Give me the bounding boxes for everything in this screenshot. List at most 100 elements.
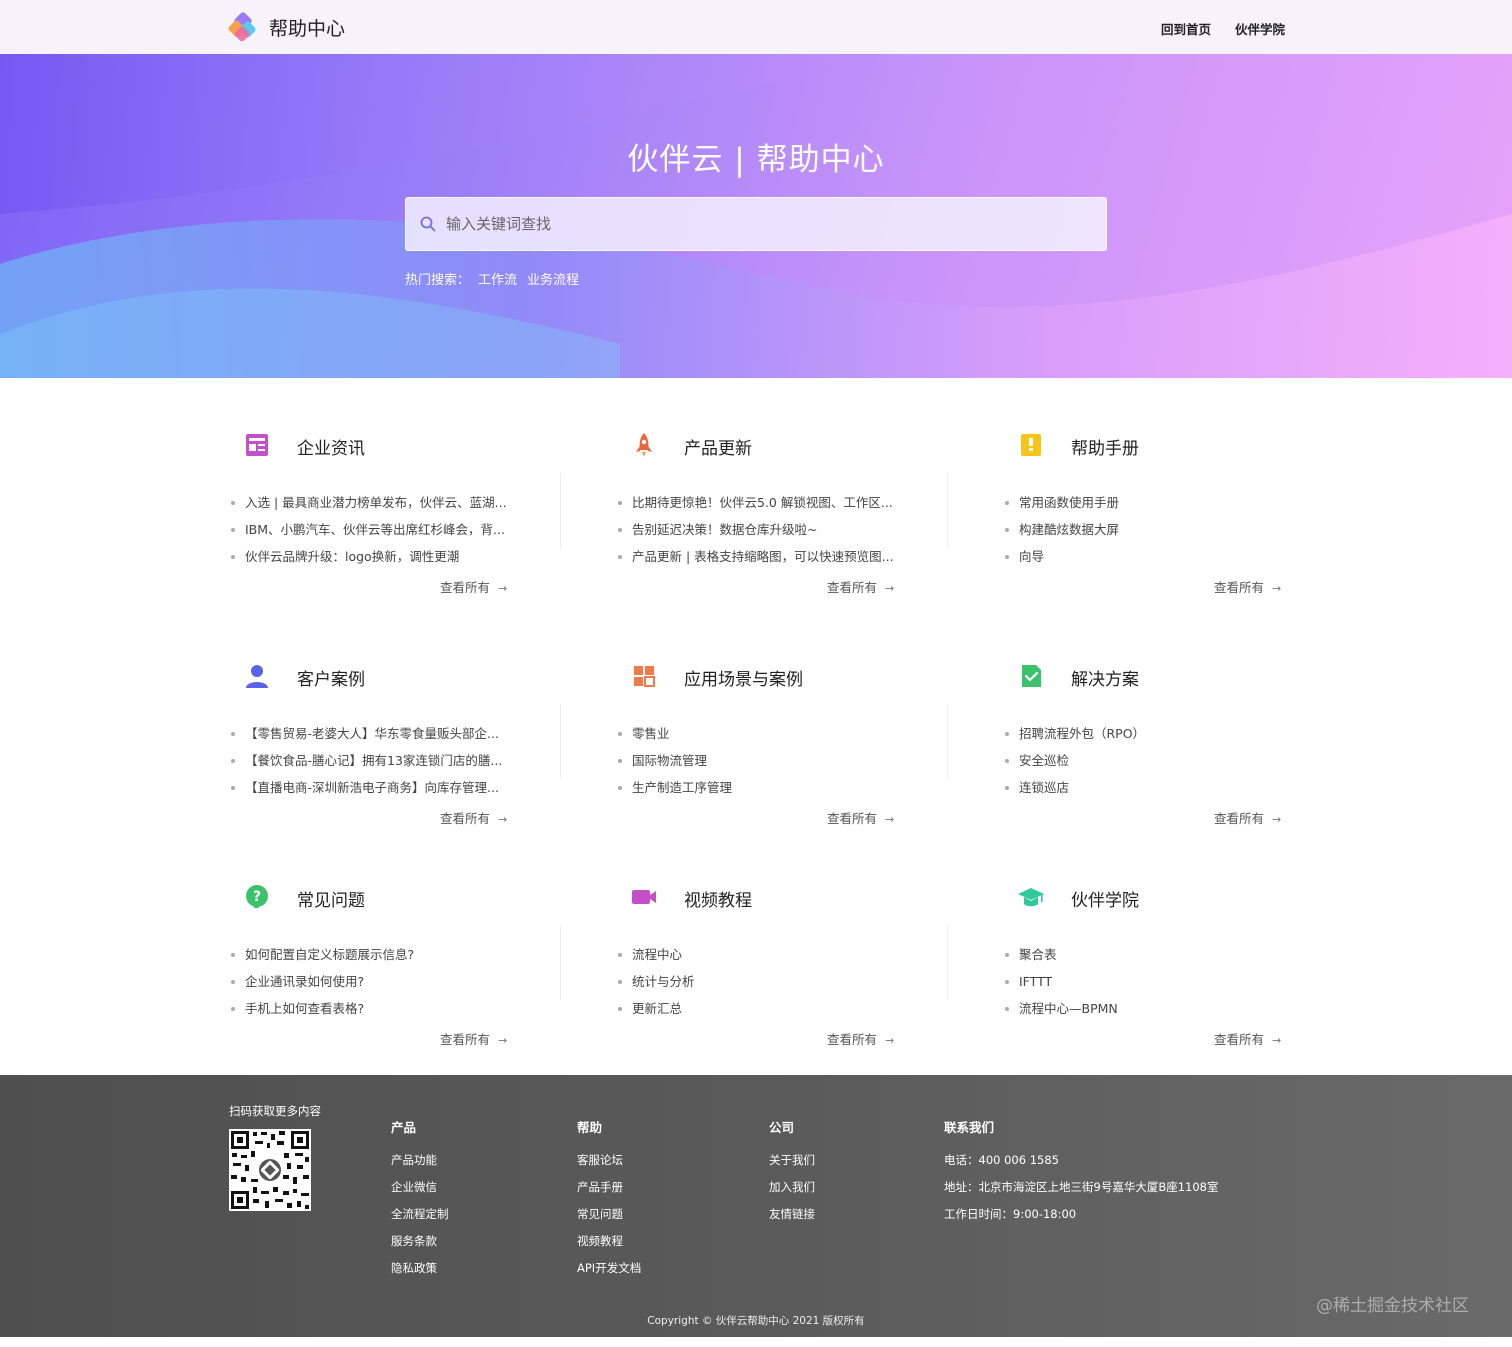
footer: 扫码获取更多内容 产品 产品功能 企业微信 全流程定制 服务条款 隐私政策 帮助… (0, 1075, 1512, 1337)
list-item[interactable]: 比期待更惊艳！伙伴云5.0 解锁视图、工作区... (616, 489, 894, 516)
view-all-label: 查看所有 (827, 580, 878, 595)
list-item[interactable]: 【零售贸易-老婆大人】华东零食量贩头部企... (229, 720, 502, 747)
section-title[interactable]: 企业资讯 (297, 434, 365, 459)
user-icon (246, 665, 268, 688)
footer-link[interactable]: 友情链接 (769, 1206, 815, 1233)
view-all-link[interactable]: 查看所有 → (1214, 577, 1281, 596)
brand-logo-icon[interactable] (228, 12, 258, 42)
list-item[interactable]: 安全巡检 (1003, 747, 1145, 774)
rocket-icon (636, 433, 652, 457)
nav-academy-link[interactable]: 伙伴学院 (1235, 19, 1285, 38)
arrow-right-icon: → (498, 582, 508, 595)
hot-search-term[interactable]: 业务流程 (527, 273, 579, 288)
video-camera-icon (632, 890, 656, 904)
section-card-handbook: 帮助手册 常用函数使用手册 构建酷炫数据大屏 向导 查看所有 → (1003, 431, 1390, 631)
section-card-videos: 视频教程 流程中心 统计与分析 更新汇总 查看所有 → (616, 883, 1003, 1083)
section-title[interactable]: 产品更新 (684, 434, 752, 459)
section-card-scenarios: 应用场景与案例 零售业 国际物流管理 生产制造工序管理 查看所有 → (616, 662, 1003, 862)
list-item[interactable]: 流程中心 (616, 941, 695, 968)
view-all-link[interactable]: 查看所有 → (1214, 808, 1281, 827)
footer-column-title: 帮助 (577, 1120, 603, 1135)
news-icon (246, 434, 268, 456)
hero-title: 伙伴云 | 帮助中心 (627, 142, 885, 178)
footer-link[interactable]: 视频教程 (577, 1233, 641, 1260)
list-item[interactable]: 统计与分析 (616, 968, 695, 995)
list-item[interactable]: 招聘流程外包（RPO） (1003, 720, 1145, 747)
contact-phone: 电话：400 006 1585 (944, 1153, 1059, 1167)
section-card-updates: 产品更新 比期待更惊艳！伙伴云5.0 解锁视图、工作区... 告别延迟决策！数据… (616, 431, 1003, 631)
footer-link[interactable]: 隐私政策 (391, 1260, 449, 1287)
footer-link[interactable]: 关于我们 (769, 1152, 815, 1179)
hero-banner: 伙伴云 | 帮助中心 热门搜索： 工作流业务流程 (0, 54, 1512, 378)
list-item[interactable]: 伙伴云品牌升级：logo换新，调性更潮 (229, 543, 507, 570)
arrow-right-icon: → (1272, 813, 1282, 826)
list-item[interactable]: 【餐饮食品-膳心记】拥有13家连锁门店的膳... (229, 747, 502, 774)
hot-search-term[interactable]: 工作流 (478, 273, 517, 288)
arrow-right-icon: → (885, 813, 895, 826)
nav-home-link[interactable]: 回到首页 (1161, 19, 1211, 38)
footer-link[interactable]: 产品手册 (577, 1179, 641, 1206)
footer-link[interactable]: 产品功能 (391, 1152, 449, 1179)
arrow-right-icon: → (498, 1034, 508, 1047)
view-all-link[interactable]: 查看所有 → (440, 577, 507, 596)
view-all-link[interactable]: 查看所有 → (827, 808, 894, 827)
divider (560, 473, 561, 548)
section-title[interactable]: 视频教程 (684, 886, 752, 911)
list-item[interactable]: 流程中心—BPMN (1003, 995, 1118, 1022)
section-card-faq: ? 常见问题 如何配置自定义标题展示信息? 企业通讯录如何使用? 手机上如何查看… (229, 883, 616, 1083)
search-box[interactable] (405, 197, 1107, 251)
footer-column-title: 公司 (769, 1120, 795, 1135)
search-input[interactable] (446, 198, 1086, 250)
view-all-link[interactable]: 查看所有 → (440, 1029, 507, 1048)
view-all-label: 查看所有 (1214, 811, 1265, 826)
list-item[interactable]: 手机上如何查看表格? (229, 995, 414, 1022)
list-item[interactable]: 常用函数使用手册 (1003, 489, 1119, 516)
footer-column-company: 公司 关于我们 加入我们 友情链接 (769, 1117, 815, 1233)
view-all-label: 查看所有 (440, 811, 491, 826)
section-title[interactable]: 解决方案 (1071, 665, 1139, 690)
contact-address: 地址：北京市海淀区上地三街9号嘉华大厦B座1108室 (944, 1180, 1219, 1194)
section-title[interactable]: 帮助手册 (1071, 434, 1139, 459)
brand-title[interactable]: 帮助中心 (269, 14, 345, 41)
footer-link[interactable]: API开发文档 (577, 1260, 641, 1287)
footer-link[interactable]: 企业微信 (391, 1179, 449, 1206)
view-all-label: 查看所有 (827, 1032, 878, 1047)
section-title[interactable]: 常见问题 (297, 886, 365, 911)
search-icon[interactable] (420, 216, 436, 232)
list-item[interactable]: 零售业 (616, 720, 732, 747)
list-item[interactable]: 产品更新 | 表格支持缩略图，可以快速预览图... (616, 543, 894, 570)
section-title[interactable]: 伙伴学院 (1071, 886, 1139, 911)
list-item[interactable]: IFTTT (1003, 968, 1118, 995)
list-item[interactable]: 企业通讯录如何使用? (229, 968, 414, 995)
list-item[interactable]: 生产制造工序管理 (616, 774, 732, 801)
view-all-link[interactable]: 查看所有 → (827, 577, 894, 596)
list-item[interactable]: 连锁巡店 (1003, 774, 1145, 801)
footer-link[interactable]: 全流程定制 (391, 1206, 449, 1233)
section-title[interactable]: 应用场景与案例 (684, 665, 803, 690)
view-all-label: 查看所有 (1214, 580, 1265, 595)
view-all-link[interactable]: 查看所有 → (827, 1029, 894, 1048)
footer-link[interactable]: 客服论坛 (577, 1152, 641, 1179)
list-item[interactable]: 告别延迟决策！数据仓库升级啦~ (616, 516, 894, 543)
view-all-link[interactable]: 查看所有 → (440, 808, 507, 827)
page-bottom-strip (0, 1337, 1512, 1347)
view-all-link[interactable]: 查看所有 → (1214, 1029, 1281, 1048)
list-item[interactable]: 聚合表 (1003, 941, 1118, 968)
footer-link[interactable]: 服务条款 (391, 1233, 449, 1260)
list-item[interactable]: 【直播电商-深圳新浩电子商务】向库存管理... (229, 774, 502, 801)
list-item[interactable]: 向导 (1003, 543, 1119, 570)
contact-hours: 工作日时间：9:00-18:00 (944, 1207, 1077, 1221)
arrow-right-icon: → (498, 813, 508, 826)
list-item[interactable]: 国际物流管理 (616, 747, 732, 774)
list-item[interactable]: 构建酷炫数据大屏 (1003, 516, 1119, 543)
handbook-icon (1021, 434, 1041, 456)
list-item[interactable]: 如何配置自定义标题展示信息? (229, 941, 414, 968)
grid-icon (634, 666, 655, 687)
footer-link[interactable]: 加入我们 (769, 1179, 815, 1206)
footer-link[interactable]: 常见问题 (577, 1206, 641, 1233)
view-all-label: 查看所有 (440, 1032, 491, 1047)
list-item[interactable]: IBM、小鹏汽车、伙伴云等出席红杉峰会，背... (229, 516, 507, 543)
section-title[interactable]: 客户案例 (297, 665, 365, 690)
list-item[interactable]: 入选 | 最具商业潜力榜单发布，伙伴云、蓝湖... (229, 489, 507, 516)
list-item[interactable]: 更新汇总 (616, 995, 695, 1022)
